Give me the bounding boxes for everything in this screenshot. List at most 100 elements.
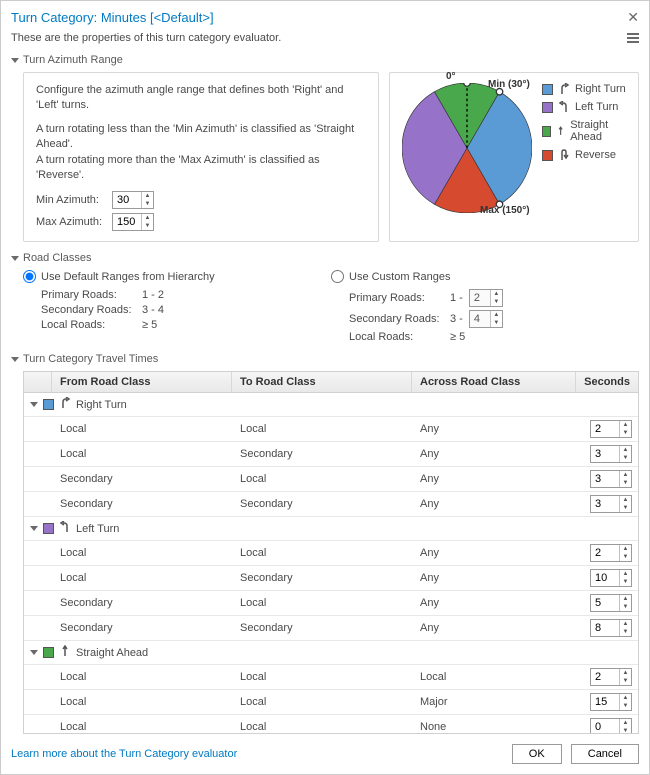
section-road-header[interactable]: Road Classes — [11, 252, 639, 264]
spin-down-icon[interactable]: ▼ — [620, 429, 631, 437]
cell-to: Secondary — [232, 569, 412, 587]
spin-up-icon[interactable]: ▲ — [620, 595, 631, 603]
seconds-input[interactable] — [591, 496, 619, 512]
seconds-input[interactable] — [591, 421, 619, 437]
cell-from: Secondary — [52, 619, 232, 637]
radio-default-ranges[interactable] — [23, 270, 36, 283]
seconds-spinner[interactable]: ▲▼ — [590, 544, 632, 562]
table-row[interactable]: SecondarySecondaryAny▲▼ — [24, 615, 638, 640]
spin-up-icon[interactable]: ▲ — [620, 694, 631, 702]
table-row[interactable]: SecondarySecondaryAny▲▼ — [24, 491, 638, 516]
section-road-title: Road Classes — [23, 252, 91, 264]
seconds-spinner[interactable]: ▲▼ — [590, 495, 632, 513]
spin-up-icon[interactable]: ▲ — [620, 471, 631, 479]
min-azimuth-spinner[interactable]: ▲▼ — [112, 191, 154, 209]
chevron-down-icon[interactable] — [30, 402, 38, 407]
table-row[interactable]: LocalLocalAny▲▼ — [24, 416, 638, 441]
spin-down-icon[interactable]: ▼ — [620, 504, 631, 512]
seconds-spinner[interactable]: ▲▼ — [590, 718, 632, 733]
local-label: Local Roads: — [41, 319, 136, 331]
section-azimuth-title: Turn Azimuth Range — [23, 54, 123, 66]
seconds-input[interactable] — [591, 545, 619, 561]
spin-up-icon[interactable]: ▲ — [142, 192, 153, 200]
max-azimuth-label: Max Azimuth: — [36, 216, 106, 228]
seconds-input[interactable] — [591, 570, 619, 586]
spin-up-icon[interactable]: ▲ — [620, 545, 631, 553]
spin-down-icon[interactable]: ▼ — [620, 628, 631, 636]
seconds-spinner[interactable]: ▲▼ — [590, 619, 632, 637]
group-row[interactable]: Straight Ahead — [24, 640, 638, 664]
table-row[interactable]: SecondaryLocalAny▲▼ — [24, 590, 638, 615]
spin-up-icon[interactable]: ▲ — [620, 421, 631, 429]
spin-up-icon[interactable]: ▲ — [620, 669, 631, 677]
seconds-spinner[interactable]: ▲▼ — [590, 668, 632, 686]
table-body[interactable]: Right TurnLocalLocalAny▲▼LocalSecondaryA… — [24, 393, 638, 733]
spin-down-icon[interactable]: ▼ — [620, 603, 631, 611]
spin-down-icon[interactable]: ▼ — [142, 200, 153, 208]
max-azimuth-input[interactable] — [113, 214, 141, 230]
th-seconds: Seconds — [576, 372, 638, 392]
seconds-input[interactable] — [591, 669, 619, 685]
seconds-spinner[interactable]: ▲▼ — [590, 569, 632, 587]
spin-up-icon[interactable]: ▲ — [620, 496, 631, 504]
seconds-input[interactable] — [591, 471, 619, 487]
table-row[interactable]: LocalSecondaryAny▲▼ — [24, 565, 638, 590]
table-row[interactable]: LocalSecondaryAny▲▼ — [24, 441, 638, 466]
close-icon[interactable]: ✕ — [627, 9, 639, 26]
swatch-purple — [43, 523, 54, 534]
seconds-spinner[interactable]: ▲▼ — [590, 594, 632, 612]
c-secondary-label: Secondary Roads: — [349, 313, 444, 325]
spin-down-icon[interactable]: ▼ — [620, 578, 631, 586]
chevron-down-icon[interactable] — [30, 650, 38, 655]
spin-down-icon[interactable]: ▼ — [620, 454, 631, 462]
seconds-input[interactable] — [591, 620, 619, 636]
seconds-spinner[interactable]: ▲▼ — [590, 693, 632, 711]
table-row[interactable]: LocalLocalNone▲▼ — [24, 714, 638, 733]
seconds-spinner[interactable]: ▲▼ — [590, 445, 632, 463]
spin-down-icon[interactable]: ▼ — [620, 727, 631, 733]
c-primary-input[interactable] — [470, 290, 490, 306]
table-row[interactable]: LocalLocalAny▲▼ — [24, 540, 638, 565]
cell-to: Local — [232, 594, 412, 612]
spin-up-icon[interactable]: ▲ — [620, 570, 631, 578]
c-secondary-spinner[interactable]: ▲▼ — [469, 310, 503, 328]
learn-more-link[interactable]: Learn more about the Turn Category evalu… — [11, 748, 237, 760]
spin-up-icon[interactable]: ▲ — [142, 214, 153, 222]
seconds-input[interactable] — [591, 719, 619, 733]
spin-up-icon[interactable]: ▲ — [620, 620, 631, 628]
seconds-spinner[interactable]: ▲▼ — [590, 420, 632, 438]
section-azimuth-header[interactable]: Turn Azimuth Range — [11, 54, 639, 66]
swatch-purple — [542, 102, 553, 113]
ok-button[interactable]: OK — [512, 744, 562, 764]
spin-down-icon[interactable]: ▼ — [142, 222, 153, 230]
spin-down-icon[interactable]: ▼ — [620, 677, 631, 685]
right-turn-icon — [59, 397, 71, 412]
c-primary-prefix: 1 - — [450, 292, 463, 304]
table-row[interactable]: SecondaryLocalAny▲▼ — [24, 466, 638, 491]
group-name: Straight Ahead — [76, 647, 148, 659]
table-row[interactable]: LocalLocalLocal▲▼ — [24, 664, 638, 689]
seconds-input[interactable] — [591, 446, 619, 462]
section-travel-header[interactable]: Turn Category Travel Times — [11, 353, 639, 365]
table-row[interactable]: LocalLocalMajor▲▼ — [24, 689, 638, 714]
straight-icon — [556, 125, 565, 137]
seconds-spinner[interactable]: ▲▼ — [590, 470, 632, 488]
group-row[interactable]: Right Turn — [24, 393, 638, 416]
spin-up-icon[interactable]: ▲ — [620, 719, 631, 727]
radio-custom-ranges[interactable] — [331, 270, 344, 283]
c-secondary-input[interactable] — [470, 311, 490, 327]
c-primary-spinner[interactable]: ▲▼ — [469, 289, 503, 307]
group-row[interactable]: Left Turn — [24, 516, 638, 540]
seconds-input[interactable] — [591, 694, 619, 710]
spin-up-icon[interactable]: ▲ — [620, 446, 631, 454]
cancel-button[interactable]: Cancel — [571, 744, 639, 764]
spin-down-icon[interactable]: ▼ — [620, 479, 631, 487]
seconds-input[interactable] — [591, 595, 619, 611]
menu-icon[interactable] — [627, 33, 639, 43]
min-azimuth-input[interactable] — [113, 192, 141, 208]
chevron-down-icon[interactable] — [30, 526, 38, 531]
cell-across: Any — [412, 495, 578, 513]
max-azimuth-spinner[interactable]: ▲▼ — [112, 213, 154, 231]
spin-down-icon[interactable]: ▼ — [620, 553, 631, 561]
spin-down-icon[interactable]: ▼ — [620, 702, 631, 710]
